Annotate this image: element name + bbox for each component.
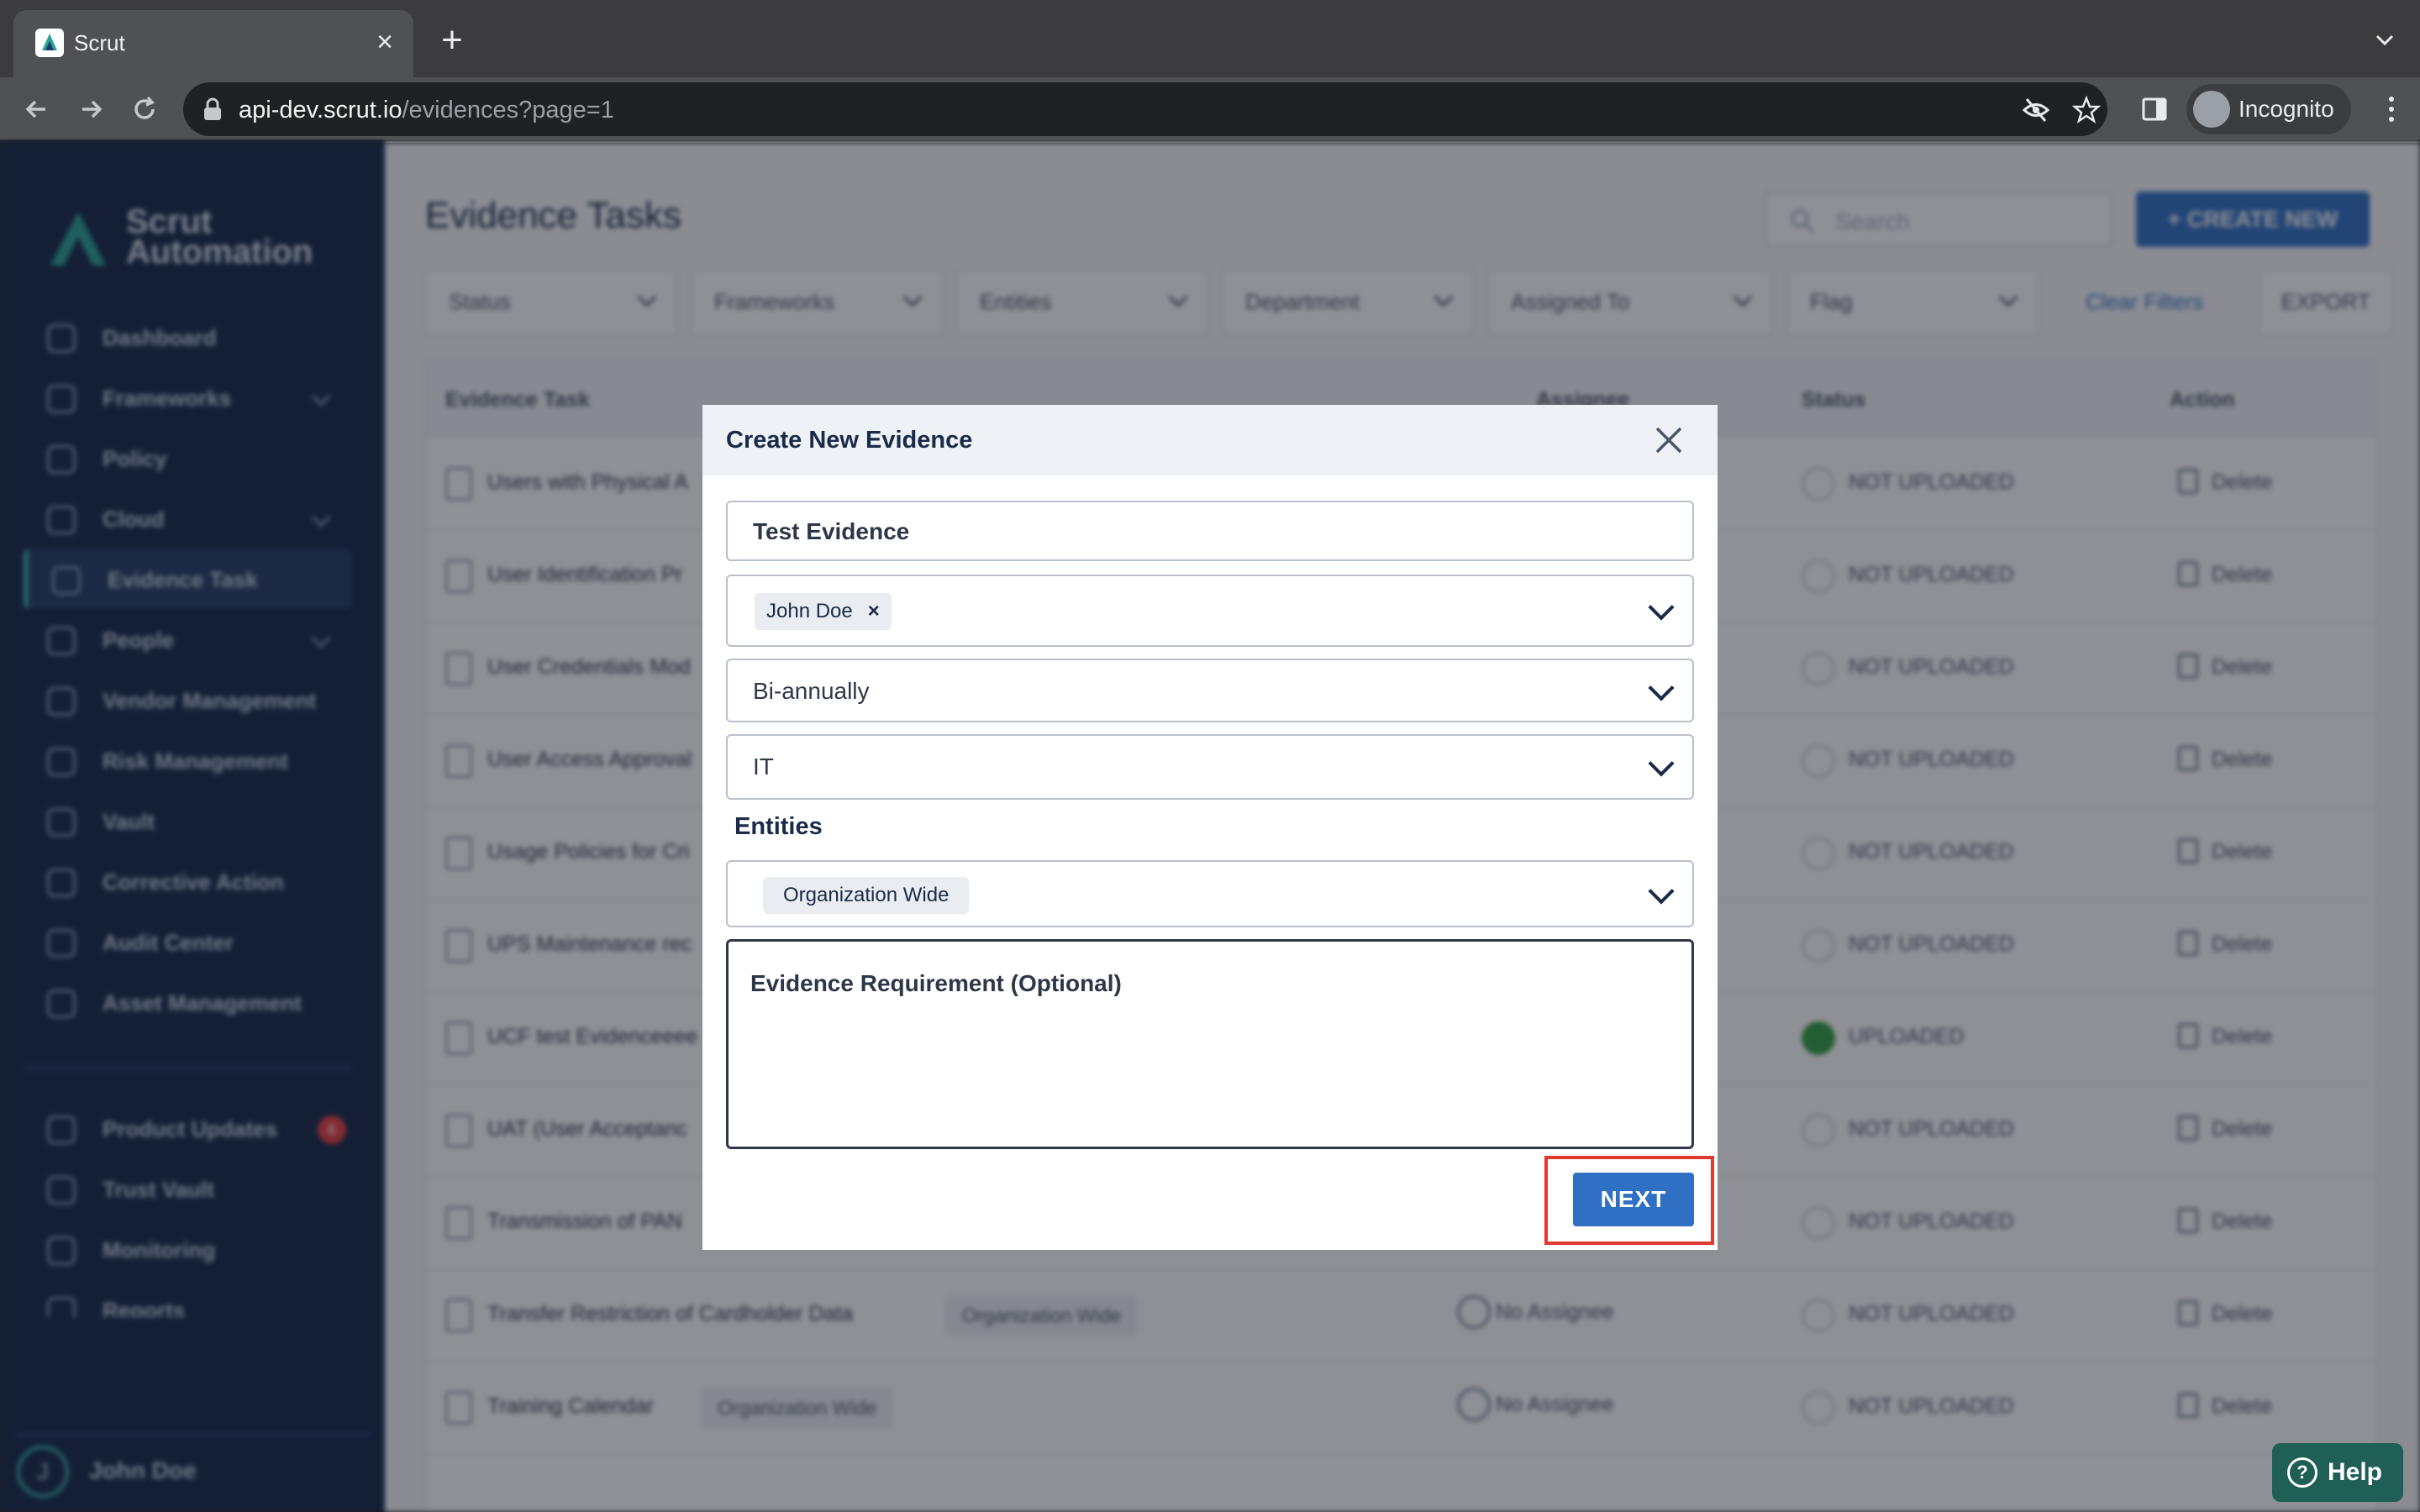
tab-close-icon[interactable]: × bbox=[368, 25, 402, 59]
tab-title: Scrut bbox=[74, 30, 125, 55]
url-path: /evidences?page=1 bbox=[402, 97, 614, 123]
browser-toolbar: api-dev.scrut.io/evidences?page=1 Incogn… bbox=[0, 77, 2420, 141]
browser-menu-icon[interactable] bbox=[2381, 91, 2402, 128]
forward-arrow-icon[interactable] bbox=[71, 89, 111, 129]
back-arrow-icon[interactable] bbox=[17, 89, 57, 129]
dialog-title: Create New Evidence bbox=[726, 427, 973, 454]
chevron-down-icon[interactable] bbox=[1648, 675, 1675, 701]
entity-tag: Organization Wide bbox=[763, 877, 970, 914]
evidence-name-value: Test Evidence bbox=[753, 518, 910, 544]
tab-search-chevron-icon[interactable] bbox=[2373, 29, 2396, 52]
evidence-name-input[interactable]: Test Evidence bbox=[726, 501, 1694, 561]
incognito-icon bbox=[2193, 91, 2230, 128]
lock-icon[interactable] bbox=[202, 97, 224, 121]
help-button[interactable]: ? Help bbox=[2272, 1443, 2403, 1502]
evidence-requirement-textarea[interactable]: Evidence Requirement (Optional) bbox=[726, 939, 1694, 1149]
frequency-value: Bi-annually bbox=[753, 678, 870, 704]
help-label: Help bbox=[2328, 1458, 2383, 1486]
assignee-tag: John Doe × bbox=[755, 593, 892, 630]
close-icon[interactable] bbox=[1652, 423, 1686, 457]
chevron-down-icon[interactable] bbox=[1648, 594, 1675, 621]
reload-icon[interactable] bbox=[124, 89, 165, 129]
create-evidence-dialog: Create New Evidence Test Evidence John D… bbox=[702, 405, 1718, 1250]
next-button[interactable]: NEXT bbox=[1573, 1173, 1694, 1226]
remove-tag-icon[interactable]: × bbox=[868, 593, 880, 630]
url-host: api-dev.scrut.io bbox=[239, 97, 402, 123]
eye-slash-icon[interactable] bbox=[2022, 96, 2050, 124]
url-text[interactable]: api-dev.scrut.io/evidences?page=1 bbox=[239, 96, 614, 124]
address-bar[interactable]: api-dev.scrut.io/evidences?page=1 bbox=[183, 82, 2107, 136]
department-value: IT bbox=[753, 753, 774, 780]
frequency-select[interactable]: Bi-annually bbox=[726, 659, 1694, 722]
chevron-down-icon[interactable] bbox=[1648, 878, 1675, 905]
browser-tab-strip: Scrut × + bbox=[0, 0, 2420, 77]
dialog-header: Create New Evidence bbox=[702, 405, 1718, 475]
bookmark-star-icon[interactable] bbox=[2072, 96, 2101, 124]
new-tab-icon[interactable]: + bbox=[434, 22, 471, 59]
evidence-requirement-placeholder: Evidence Requirement (Optional) bbox=[750, 970, 1122, 996]
entities-select[interactable]: Organization Wide bbox=[726, 860, 1694, 927]
entities-label: Entities bbox=[734, 813, 823, 840]
assignee-tag-label: John Doe bbox=[766, 600, 853, 622]
browser-tab[interactable]: Scrut × bbox=[13, 10, 413, 77]
side-panel-icon[interactable] bbox=[2138, 92, 2171, 126]
incognito-label: Incognito bbox=[2238, 96, 2334, 122]
scrut-favicon-icon bbox=[35, 29, 64, 57]
incognito-indicator[interactable]: Incognito bbox=[2186, 84, 2351, 134]
department-select[interactable]: IT bbox=[726, 734, 1694, 800]
chevron-down-icon[interactable] bbox=[1648, 750, 1675, 777]
question-icon: ? bbox=[2287, 1457, 2317, 1488]
assignee-select[interactable]: John Doe × bbox=[726, 575, 1694, 647]
